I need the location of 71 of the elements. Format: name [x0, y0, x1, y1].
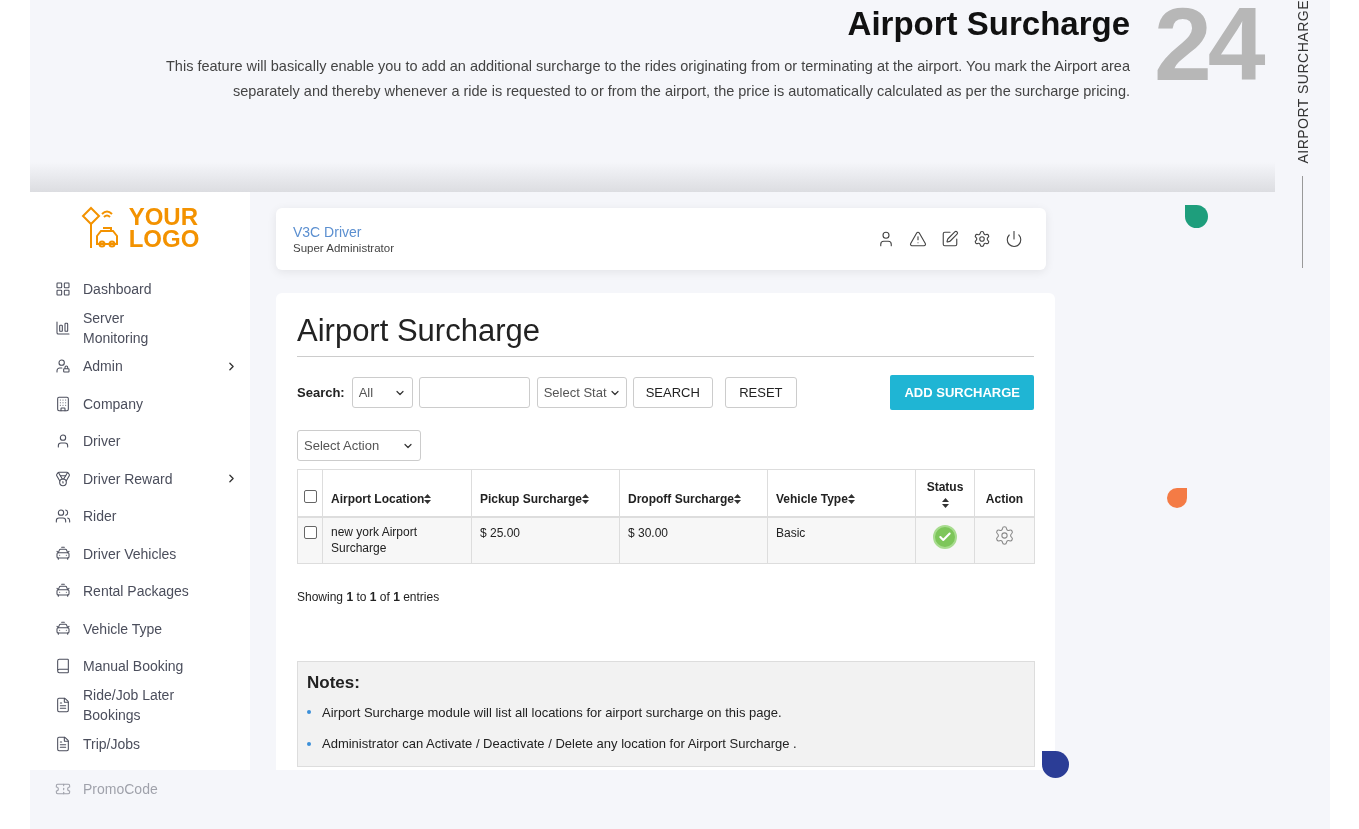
search-label: Search: — [297, 383, 345, 402]
warning-icon[interactable] — [909, 230, 927, 248]
taxi-icon — [55, 545, 71, 562]
user-role: Super Administrator — [293, 240, 394, 255]
sort-icon[interactable] — [847, 493, 855, 504]
filter-select[interactable]: All — [351, 377, 413, 408]
leaf-shape — [1167, 488, 1187, 508]
column-header[interactable]: Dropoff Surcharge — [619, 469, 768, 517]
table-row[interactable]: new york Airport Surcharge $ 25.00 $ 30.00 Basic — [297, 516, 1035, 564]
search-button[interactable]: SEARCH — [632, 377, 713, 408]
taxi-icon — [55, 583, 71, 600]
sidebar-item[interactable]: Vehicle Type — [30, 610, 250, 648]
column-header[interactable]: Pickup Surcharge — [471, 469, 620, 517]
notes-title: Notes: — [307, 672, 361, 694]
feature-description: This feature will basically enable you to add an additional surcharge to the rides originating from or terminating at the airport. You mark the Airport area separately and thereby whenever a ride is requested to or from the airport, the price is automatically calculated as per the surcharge pricing. — [165, 57, 1130, 101]
column-header[interactable]: Vehicle Type — [767, 469, 916, 517]
user-lock-icon — [55, 358, 71, 375]
table-cell: Basic — [767, 516, 916, 564]
sidebar-item[interactable]: Driver Vehicles — [30, 535, 250, 573]
dashboard-icon — [55, 280, 71, 297]
action-select[interactable]: Select Action — [297, 430, 421, 461]
sidebar-item[interactable]: Ride/Job Later Bookings — [30, 685, 250, 725]
medal-icon — [55, 470, 71, 487]
document-icon — [55, 697, 71, 713]
logo-text: YOUR LOGO — [128, 206, 200, 250]
table-cell: $ 25.00 — [471, 516, 620, 564]
sidebar-item[interactable]: Manual Booking — [30, 647, 250, 685]
edit-icon[interactable] — [941, 230, 959, 248]
user-icon[interactable] — [877, 230, 895, 248]
sort-icon[interactable] — [424, 493, 432, 504]
feature-number: 24 — [1154, 0, 1262, 88]
sidebar-item[interactable]: Trip/Jobs — [30, 725, 250, 763]
column-header[interactable]: Status — [915, 469, 975, 517]
sidebar-item[interactable]: Server Monitoring — [30, 307, 250, 348]
side-label: AIRPORT SURCHARGE — [1294, 0, 1311, 166]
sidebar-item[interactable]: Rider — [30, 497, 250, 535]
bar-chart-icon — [55, 319, 71, 336]
entries-summary: Showing 1 to 1 of 1 entries — [297, 589, 441, 606]
leaf-shape — [1185, 205, 1208, 228]
leaf-shape — [1042, 751, 1069, 778]
sidebar-item[interactable]: Company — [30, 385, 250, 423]
feature-title: Airport Surcharge — [847, 4, 1130, 44]
checkbox[interactable] — [303, 489, 317, 503]
taxi-icon — [55, 620, 71, 637]
settings-icon[interactable] — [973, 230, 991, 248]
sidebar-item[interactable]: Rental Packages — [30, 572, 250, 610]
sidebar-item[interactable]: Driver — [30, 422, 250, 460]
sort-icon[interactable] — [941, 497, 949, 508]
power-icon[interactable] — [1005, 230, 1023, 248]
page-title: Airport Surcharge — [297, 311, 1034, 357]
column-header[interactable]: Airport Location — [322, 469, 472, 517]
note-text: Airport Surcharge module will list all locations for airport surcharge on this page. — [322, 703, 782, 722]
sidebar-item[interactable]: Dashboard — [30, 270, 250, 308]
user-icon — [55, 433, 71, 450]
sidebar-item[interactable]: Driver Reward — [30, 460, 250, 498]
building-icon — [55, 395, 71, 412]
sidebar-item[interactable]: Admin — [30, 347, 250, 385]
note-text: Administrator can Activate / Deactivate / Delete any location for Airport Surcharge . — [322, 735, 797, 753]
sort-icon[interactable] — [582, 493, 590, 504]
column-header: Action — [974, 469, 1035, 517]
status-select[interactable]: Select Stat — [536, 377, 627, 408]
checkbox[interactable] — [303, 525, 317, 539]
user-name: V3C Driver — [293, 223, 363, 241]
people-icon — [55, 508, 71, 525]
search-field[interactable] — [418, 377, 530, 408]
table-cell: new york Airport Surcharge — [322, 516, 472, 564]
table-cell: $ 30.00 — [619, 516, 768, 564]
book-icon — [55, 658, 71, 675]
reset-button[interactable]: RESET — [724, 377, 797, 408]
sort-icon[interactable] — [734, 493, 741, 504]
document-icon — [55, 735, 71, 752]
